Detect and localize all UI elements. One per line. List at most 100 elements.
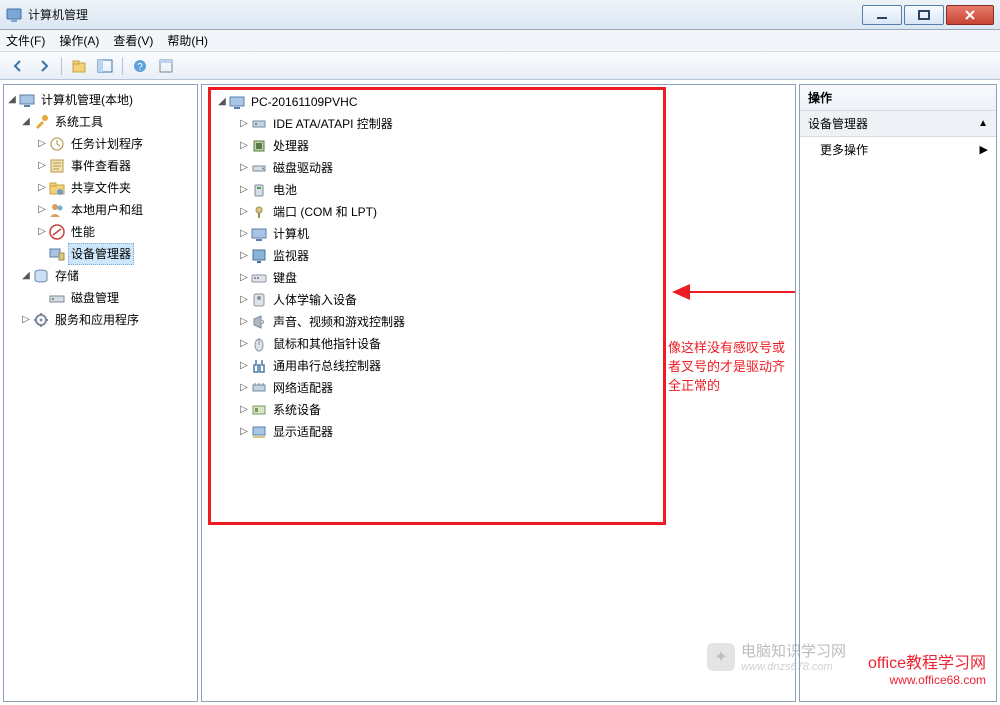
maximize-button[interactable] <box>904 5 944 25</box>
device-category[interactable]: ▷ 人体学输入设备 <box>210 289 787 311</box>
expand-icon[interactable]: ▷ <box>238 114 250 134</box>
menu-help[interactable]: 帮助(H) <box>167 32 208 49</box>
expand-icon[interactable]: ▷ <box>238 246 250 266</box>
tree-performance[interactable]: ▷ 性能 <box>6 221 195 243</box>
back-button[interactable] <box>6 55 30 77</box>
menu-view[interactable]: 查看(V) <box>113 32 153 49</box>
device-tree-panel[interactable]: ◢ PC-20161109PVHC ▷ IDE ATA/ATAPI 控制器▷处理器… <box>201 84 796 702</box>
left-tree-panel[interactable]: ◢ 计算机管理(本地) ◢ 系统工具 ▷ 任务计划程序 ▷ 事件查看器 ▷ 共享… <box>3 84 198 702</box>
tree-devicemanager[interactable]: ▷ 设备管理器 <box>6 243 195 265</box>
tools-icon <box>33 114 49 130</box>
up-button[interactable] <box>67 55 91 77</box>
tree-eventviewer[interactable]: ▷ 事件查看器 <box>6 155 195 177</box>
more-actions-item[interactable]: 更多操作 ▶ <box>800 137 996 162</box>
expand-icon[interactable]: ▷ <box>238 158 250 178</box>
clock-icon <box>49 136 65 152</box>
device-category-label: 计算机 <box>270 223 312 245</box>
device-category[interactable]: ▷系统设备 <box>210 399 787 421</box>
tree-taskscheduler[interactable]: ▷ 任务计划程序 <box>6 133 195 155</box>
device-category-icon <box>251 248 267 264</box>
device-category-icon <box>251 116 267 132</box>
tree-label: 系统工具 <box>52 111 106 133</box>
collapse-icon[interactable]: ◢ <box>20 266 32 286</box>
close-button[interactable] <box>946 5 994 25</box>
expand-icon[interactable]: ▷ <box>238 334 250 354</box>
device-category-icon <box>251 182 267 198</box>
device-category-label: 人体学输入设备 <box>270 289 360 311</box>
expand-icon[interactable]: ▷ <box>238 400 250 420</box>
device-category[interactable]: ▷ 端口 (COM 和 LPT) <box>210 201 787 223</box>
expand-icon[interactable]: ▷ <box>238 268 250 288</box>
menu-action[interactable]: 操作(A) <box>59 32 99 49</box>
device-category-icon <box>251 270 267 286</box>
device-category[interactable]: ▷磁盘驱动器 <box>210 157 787 179</box>
performance-icon <box>49 224 65 240</box>
expand-icon[interactable]: ▷ <box>238 136 250 156</box>
device-category-icon <box>251 138 267 154</box>
forward-button[interactable] <box>32 55 56 77</box>
expand-icon[interactable]: ▷ <box>20 310 32 330</box>
minimize-button[interactable] <box>862 5 902 25</box>
menu-file[interactable]: 文件(F) <box>6 32 45 49</box>
tree-label: 性能 <box>68 221 98 243</box>
device-category[interactable]: ▷ IDE ATA/ATAPI 控制器 <box>210 113 787 135</box>
device-category-label: IDE ATA/ATAPI 控制器 <box>270 113 396 135</box>
tree-systools[interactable]: ◢ 系统工具 <box>6 111 195 133</box>
properties-button[interactable] <box>154 55 178 77</box>
toolbar-separator <box>122 57 123 75</box>
expand-icon[interactable]: ▷ <box>36 178 48 198</box>
computer-icon <box>229 94 245 110</box>
expand-icon[interactable]: ▷ <box>36 134 48 154</box>
titlebar: 计算机管理 <box>0 0 1000 30</box>
watermark-1: ✦ 电脑知识学习网 www.dnzs678.com <box>707 640 846 673</box>
expand-icon[interactable]: ▷ <box>238 422 250 442</box>
collapse-icon[interactable]: ◢ <box>20 112 32 132</box>
tree-sharedfolders[interactable]: ▷ 共享文件夹 <box>6 177 195 199</box>
device-category[interactable]: ▷ 键盘 <box>210 267 787 289</box>
expand-icon[interactable]: ▷ <box>238 224 250 244</box>
expand-icon[interactable]: ▷ <box>238 180 250 200</box>
expand-icon[interactable]: ▷ <box>238 312 250 332</box>
device-category[interactable]: ▷处理器 <box>210 135 787 157</box>
collapse-icon[interactable]: ◢ <box>216 92 228 112</box>
event-icon <box>49 158 65 174</box>
expand-icon[interactable]: ▷ <box>36 156 48 176</box>
tree-storage[interactable]: ◢ 存储 <box>6 265 195 287</box>
expand-icon[interactable]: ▷ <box>36 200 48 220</box>
expand-icon[interactable]: ▷ <box>238 290 250 310</box>
expand-icon[interactable]: ▷ <box>238 202 250 222</box>
actions-subheader[interactable]: 设备管理器 ▲ <box>800 111 996 137</box>
device-category[interactable]: ▷电池 <box>210 179 787 201</box>
actions-header: 操作 <box>800 85 996 111</box>
tree-label: 任务计划程序 <box>68 133 146 155</box>
watermark2-line1: office教程学习网 <box>868 649 986 673</box>
device-category-label: 键盘 <box>270 267 300 289</box>
storage-icon <box>33 268 49 284</box>
tree-diskmgmt[interactable]: ▷ 磁盘管理 <box>6 287 195 309</box>
window-title: 计算机管理 <box>28 6 860 23</box>
watermark1-line2: www.dnzs678.com <box>741 661 846 673</box>
actions-panel: 操作 设备管理器 ▲ 更多操作 ▶ <box>799 84 997 702</box>
expand-icon[interactable]: ▷ <box>36 222 48 242</box>
collapse-icon[interactable]: ◢ <box>6 90 18 110</box>
tree-services[interactable]: ▷ 服务和应用程序 <box>6 309 195 331</box>
expand-icon[interactable]: ▷ <box>238 378 250 398</box>
device-category-icon <box>251 424 267 440</box>
expand-icon[interactable]: ▷ <box>238 356 250 376</box>
device-category[interactable]: ▷ 计算机 <box>210 223 787 245</box>
device-root[interactable]: ◢ PC-20161109PVHC <box>210 91 787 113</box>
tree-root[interactable]: ◢ 计算机管理(本地) <box>6 89 195 111</box>
tree-label: 磁盘管理 <box>68 287 122 309</box>
device-category-label: 端口 (COM 和 LPT) <box>270 201 380 223</box>
collapse-triangle-icon: ▲ <box>978 118 988 129</box>
show-hide-tree-button[interactable] <box>93 55 117 77</box>
annotation-text: 像这样没有感叹号或者叉号的才是驱动齐全正常的 <box>668 337 795 394</box>
window-controls <box>860 5 994 25</box>
device-category-icon <box>251 226 267 242</box>
device-category[interactable]: ▷监视器 <box>210 245 787 267</box>
tree-label: 本地用户和组 <box>68 199 146 221</box>
help-button[interactable]: ? <box>128 55 152 77</box>
device-category[interactable]: ▷声音、视频和游戏控制器 <box>210 311 787 333</box>
device-category[interactable]: ▷显示适配器 <box>210 421 787 443</box>
tree-localusers[interactable]: ▷ 本地用户和组 <box>6 199 195 221</box>
